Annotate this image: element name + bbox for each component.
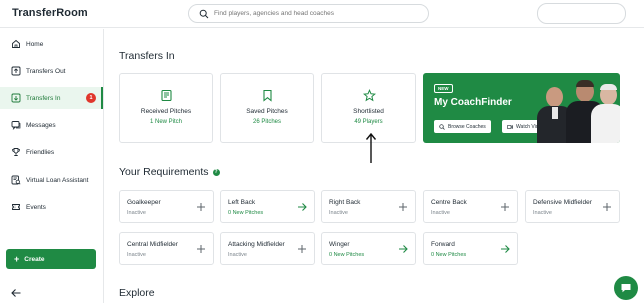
plus-icon: + — [14, 253, 20, 264]
search-input[interactable] — [214, 10, 414, 17]
sidebar-item-transfers-in[interactable]: Transfers In 1 — [0, 87, 103, 109]
new-badge: NEW — [434, 84, 453, 93]
requirement-card-left-back[interactable]: Left Back 0 New Pitches — [220, 190, 315, 223]
sidebar-item-events[interactable]: Events — [0, 196, 103, 218]
sidebar-item-transfers-out[interactable]: Transfers Out — [0, 60, 103, 82]
sidebar-item-home[interactable]: Home — [0, 33, 103, 55]
video-icon — [507, 124, 513, 129]
plus-icon[interactable] — [297, 244, 307, 254]
sidebar-item-virtual-loan-assistant[interactable]: Virtual Loan Assistant — [0, 169, 103, 191]
chat-icon — [621, 284, 631, 293]
requirement-status: 0 New Pitches — [431, 252, 467, 258]
requirement-name: Forward — [431, 241, 455, 248]
requirement-status: Inactive — [431, 210, 450, 216]
requirement-status: Inactive — [228, 252, 247, 258]
messages-icon — [11, 121, 21, 130]
card-subtitle: 49 Players — [354, 119, 383, 125]
requirement-name: Right Back — [329, 199, 361, 206]
requirement-status: 0 New Pitches — [329, 252, 365, 258]
sidebar-item-messages[interactable]: Messages — [0, 114, 103, 136]
requirement-card-goalkeeper[interactable]: Goalkeeper Inactive — [119, 190, 214, 223]
chat-button[interactable] — [614, 276, 638, 300]
plus-icon[interactable] — [196, 244, 206, 254]
create-button-label: Create — [24, 255, 45, 263]
sidebar: Home Transfers Out Transfers In 1 Messag… — [0, 29, 104, 303]
collapse-sidebar-icon[interactable] — [10, 287, 22, 299]
browse-coaches-label: Browse Coaches — [448, 123, 486, 130]
saved-pitches-card[interactable]: Saved Pitches 26 Pitches — [220, 73, 314, 143]
requirement-status: Inactive — [533, 210, 552, 216]
help-icon[interactable]: ? — [212, 168, 220, 176]
plus-icon[interactable] — [196, 202, 206, 212]
card-title: Saved Pitches — [246, 108, 288, 115]
requirement-status: Inactive — [127, 210, 146, 216]
assistant-icon — [11, 175, 21, 185]
card-title: Received Pitches — [140, 108, 192, 115]
requirements-title: Your Requirements — [119, 166, 209, 178]
requirement-name: Attacking Midfielder — [228, 241, 285, 248]
plus-icon[interactable] — [602, 202, 612, 212]
requirement-name: Winger — [329, 241, 350, 248]
create-button[interactable]: + Create — [6, 249, 96, 269]
sidebar-item-label: Messages — [26, 121, 56, 129]
sidebar-item-label: Transfers In — [26, 94, 61, 102]
coachfinder-promo: NEW My CoachFinder Browse Coaches Watch … — [423, 73, 620, 143]
promo-title: My CoachFinder — [434, 97, 512, 108]
requirement-card-attacking-midfielder[interactable]: Attacking Midfielder Inactive — [220, 232, 315, 265]
coach-photo — [591, 84, 620, 143]
trophy-icon — [11, 148, 21, 156]
requirement-card-centre-back[interactable]: Centre Back Inactive — [423, 190, 518, 223]
search-icon — [199, 9, 209, 18]
events-icon — [12, 204, 20, 210]
sidebar-item-label: Virtual Loan Assistant — [26, 176, 89, 184]
arrow-right-icon[interactable] — [398, 244, 408, 254]
requirement-name: Left Back — [228, 199, 256, 206]
star-icon — [363, 89, 376, 102]
sidebar-item-label: Friendlies — [26, 148, 55, 156]
bookmark-icon — [263, 89, 272, 102]
requirement-name: Centre Back — [431, 199, 467, 206]
card-subtitle: 26 Pitches — [252, 119, 282, 125]
requirement-status: 0 New Pitches — [228, 210, 264, 216]
requirement-card-winger[interactable]: Winger 0 New Pitches — [321, 232, 416, 265]
card-subtitle: 1 New Pitch — [149, 119, 182, 125]
page-title: Transfers In — [119, 50, 175, 62]
search-bar[interactable] — [188, 4, 429, 23]
plus-icon[interactable] — [500, 202, 510, 212]
requirement-card-defensive-midfielder[interactable]: Defensive Midfielder Inactive — [525, 190, 620, 223]
explore-heading: Explore — [119, 287, 155, 299]
app-logo[interactable]: TransferRoom — [12, 7, 88, 19]
requirement-card-central-midfielder[interactable]: Central Midfielder Inactive — [119, 232, 214, 265]
sidebar-item-label: Events — [26, 203, 46, 211]
search-icon — [439, 123, 445, 130]
requirement-card-right-back[interactable]: Right Back Inactive — [321, 190, 416, 223]
requirement-card-forward[interactable]: Forward 0 New Pitches — [423, 232, 518, 265]
requirement-status: Inactive — [329, 210, 348, 216]
browse-coaches-button[interactable]: Browse Coaches — [434, 120, 491, 133]
pitch-icon — [161, 89, 172, 102]
transfers-out-icon — [11, 66, 21, 76]
transfers-in-icon — [11, 93, 21, 103]
requirement-name: Goalkeeper — [127, 199, 161, 206]
requirements-heading: Your Requirements ? — [119, 166, 220, 178]
received-pitches-card[interactable]: Received Pitches 1 New Pitch — [119, 73, 213, 143]
requirement-name: Defensive Midfielder — [533, 199, 592, 206]
plus-icon[interactable] — [398, 202, 408, 212]
home-icon — [12, 39, 20, 48]
requirement-name: Central Midfielder — [127, 241, 178, 248]
arrow-right-icon[interactable] — [500, 244, 510, 254]
card-title: Shortlisted — [353, 108, 384, 115]
annotation-arrow-icon — [365, 132, 377, 163]
sidebar-item-friendlies[interactable]: Friendlies — [0, 141, 103, 163]
sidebar-item-label: Home — [26, 40, 44, 48]
arrow-right-icon[interactable] — [297, 202, 307, 212]
requirement-status: Inactive — [127, 252, 146, 258]
top-bar: TransferRoom — [0, 0, 644, 28]
sidebar-item-label: Transfers Out — [26, 67, 66, 75]
notification-badge: 1 — [86, 93, 96, 103]
profile-button[interactable] — [537, 3, 626, 24]
